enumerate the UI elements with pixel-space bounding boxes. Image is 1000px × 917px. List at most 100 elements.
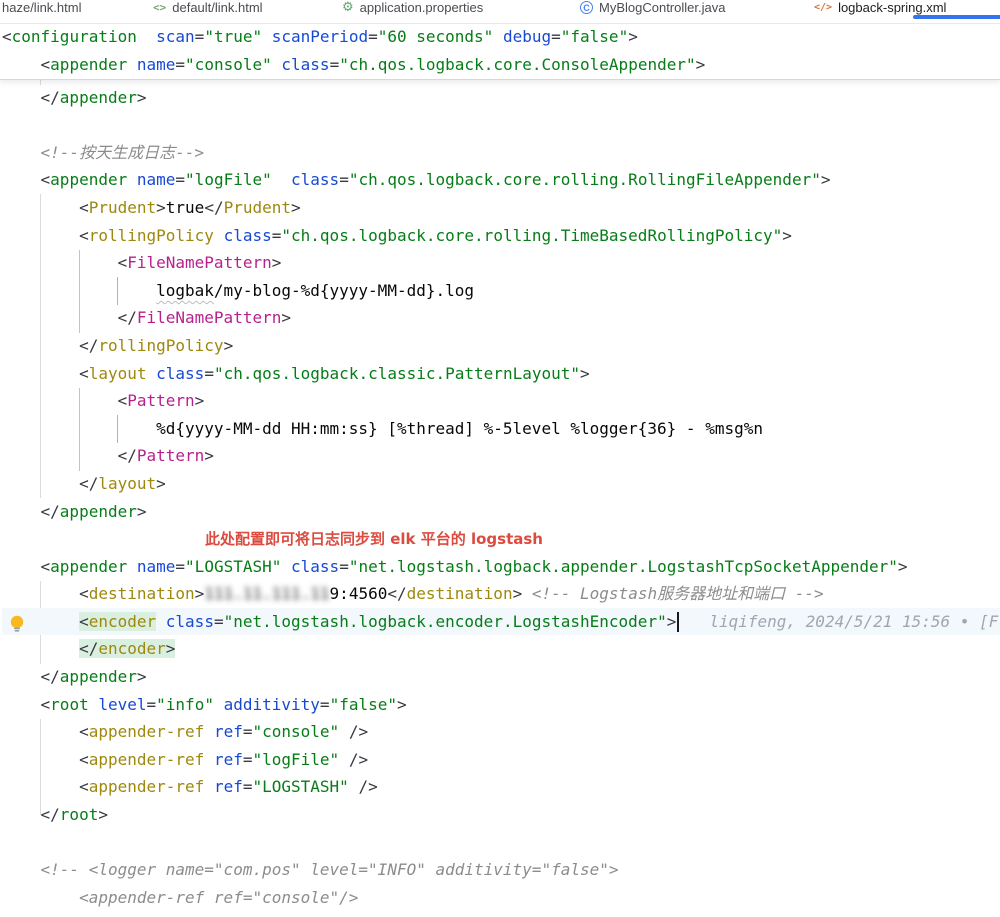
code-token: "logFile" — [185, 170, 272, 189]
code-token: logbak — [156, 281, 214, 300]
code-line[interactable]: <FileNamePattern> — [2, 249, 1000, 277]
code-token: configuration — [12, 27, 137, 46]
code-token: appender — [50, 170, 127, 189]
code-line[interactable]: <appender-ref ref="console" /> — [2, 718, 1000, 746]
code-token: rollingPolicy — [89, 226, 214, 245]
code-line[interactable]: <appender name="LOGSTASH" class="net.log… — [2, 553, 1000, 581]
code-token: encoder — [98, 639, 165, 658]
code-line[interactable]: <rollingPolicy class="ch.qos.logback.cor… — [2, 222, 1000, 250]
code-token: "ch.qos.logback.core.rolling.RollingFile… — [349, 170, 821, 189]
code-token: < — [79, 364, 89, 383]
code-line[interactable]: %d{yyyy-MM-dd HH:mm:ss} [%thread] %-5lev… — [2, 415, 1000, 443]
code-token: < — [2, 27, 12, 46]
code-token: /my-blog-%d{yyyy-MM-dd}.log — [214, 281, 474, 300]
code-token: name — [137, 170, 176, 189]
code-token: > — [166, 639, 176, 658]
code-token: "console" — [252, 722, 339, 741]
code-token: class — [166, 612, 214, 631]
code-token: appender — [50, 55, 127, 74]
code-token: </ — [79, 474, 98, 493]
code-token: encoder — [89, 612, 156, 631]
code-token — [2, 364, 79, 383]
code-token: </ — [79, 639, 98, 658]
spring-properties-icon: ⚙ — [342, 0, 354, 15]
code-token — [2, 722, 79, 741]
code-token — [2, 170, 41, 189]
code-token: level — [98, 695, 146, 714]
code-token: "false" — [330, 695, 397, 714]
tab-label: application.properties — [360, 0, 484, 15]
code-editor[interactable]: </encoder> </appender> <!--按天生成日志--> <ap… — [0, 23, 1000, 917]
code-token: %d{yyyy-MM-dd HH:mm:ss} [%thread] %-5lev… — [156, 419, 763, 438]
code-line[interactable]: <appender-ref ref="LOGSTASH" /> — [2, 773, 1000, 801]
code-line[interactable]: </layout> — [2, 470, 1000, 498]
tab-myblogcontroller-java[interactable]: C MyBlogController.java — [580, 0, 725, 20]
code-line[interactable]: <layout class="ch.qos.logback.classic.Pa… — [2, 360, 1000, 388]
code-line[interactable]: 此处配置即可将日志同步到 elk 平台的 logstash — [2, 525, 1000, 553]
code-token: > — [195, 584, 205, 603]
code-token: destination — [89, 584, 195, 603]
code-line[interactable] — [2, 829, 1000, 857]
code-token: = — [330, 55, 340, 74]
code-line[interactable]: </root> — [2, 801, 1000, 829]
code-token: = — [147, 695, 157, 714]
code-line[interactable]: <appender-ref ref="logFile" /> — [2, 746, 1000, 774]
code-token: = — [551, 27, 561, 46]
code-line[interactable]: <Pattern> — [2, 387, 1000, 415]
code-token — [2, 639, 79, 658]
code-token — [204, 722, 214, 741]
code-line[interactable]: <appender name="console" class="ch.qos.l… — [2, 51, 1000, 79]
code-line[interactable]: <destination>111.11.111.119:4560</destin… — [2, 580, 1000, 608]
code-token — [2, 888, 79, 907]
code-line[interactable] — [2, 111, 1000, 139]
code-token: > — [821, 170, 831, 189]
code-token: < — [41, 557, 51, 576]
code-line[interactable]: <Prudent>true</Prudent> — [2, 194, 1000, 222]
code-token: FileNamePattern — [137, 308, 282, 327]
tab-application-properties[interactable]: ⚙ application.properties — [342, 0, 483, 20]
code-line[interactable]: <!--按天生成日志--> — [2, 139, 1000, 167]
code-line[interactable]: <!-- <logger name="com.pos" level="INFO"… — [2, 856, 1000, 884]
tab-label: logback-spring.xml — [838, 0, 946, 15]
intention-bulb-icon[interactable] — [9, 615, 25, 633]
code-token: "60 seconds" — [378, 27, 494, 46]
code-token — [2, 226, 79, 245]
code-line[interactable]: </rollingPolicy> — [2, 332, 1000, 360]
code-line[interactable]: </FileNamePattern> — [2, 304, 1000, 332]
code-line[interactable]: </appender> — [2, 498, 1000, 526]
code-token — [2, 474, 79, 493]
code-token: "net.logstash.logback.encoder.LogstashEn… — [224, 612, 667, 631]
code-line[interactable]: </Pattern> — [2, 442, 1000, 470]
code-token: "ch.qos.logback.core.rolling.TimeBasedRo… — [281, 226, 782, 245]
code-line[interactable]: logbak/my-blog-%d{yyyy-MM-dd}.log — [2, 277, 1000, 305]
code-line[interactable]: <appender name="logFile" class="ch.qos.l… — [2, 166, 1000, 194]
code-token: <!--按天生成日志--> — [41, 143, 204, 162]
code-line[interactable]: </appender> — [2, 663, 1000, 691]
code-token: 9:4560 — [330, 584, 388, 603]
code-token: = — [368, 27, 378, 46]
code-token: = — [175, 55, 185, 74]
code-token: < — [79, 750, 89, 769]
code-line[interactable]: <encoder class="net.logstash.logback.enc… — [2, 608, 1000, 636]
code-token: Prudent — [224, 198, 291, 217]
code-token: < — [79, 777, 89, 796]
code-token — [137, 27, 156, 46]
code-token: < — [79, 226, 89, 245]
code-token: </ — [79, 336, 98, 355]
tab-label: default/link.html — [172, 0, 262, 15]
tab-default-link-html[interactable]: <> default/link.html — [153, 0, 263, 20]
code-token: > — [204, 446, 214, 465]
code-line[interactable]: <appender-ref ref="console"/> — [2, 884, 1000, 912]
code-area[interactable]: </encoder> </appender> <!--按天生成日志--> <ap… — [0, 56, 1000, 911]
code-line[interactable]: </appender> — [2, 84, 1000, 112]
code-token: debug — [503, 27, 551, 46]
code-token — [2, 198, 79, 217]
code-token: <!-- Logstash服务器地址和端口 --> — [532, 584, 824, 603]
code-line[interactable]: <configuration scan="true" scanPeriod="6… — [2, 23, 1000, 51]
code-line[interactable]: </encoder> — [2, 635, 1000, 663]
tab-haze-link-html[interactable]: haze/link.html — [2, 0, 81, 20]
code-token: appender-ref — [89, 722, 205, 741]
code-token — [493, 27, 503, 46]
code-line[interactable]: <root level="info" additivity="false"> — [2, 691, 1000, 719]
code-token — [2, 419, 156, 438]
